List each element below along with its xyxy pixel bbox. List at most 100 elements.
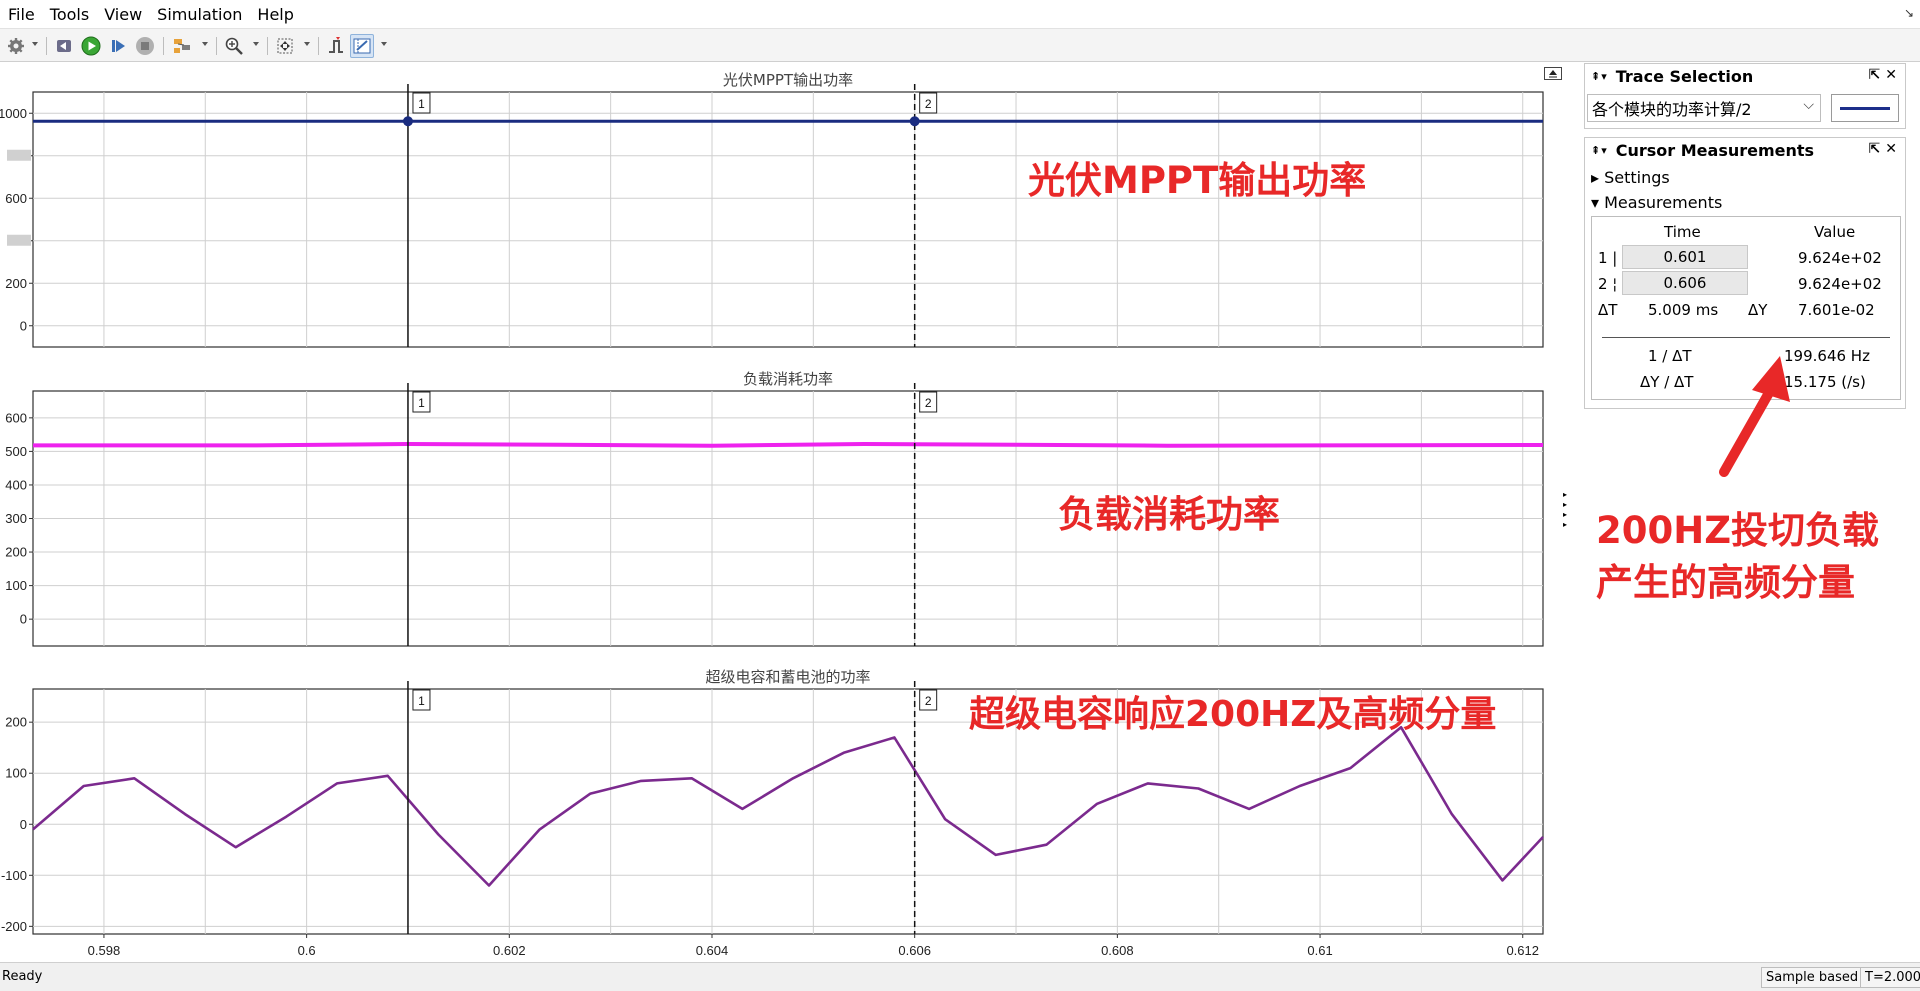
settings-label: Settings — [1604, 168, 1670, 187]
annotation-pv-power: 光伏MPPT输出功率 — [1028, 159, 1367, 202]
expand-legend-icon[interactable]: ▸ ▸ ▸ ▸ — [1563, 490, 1567, 530]
delta-t-value: 5.009 ms — [1648, 301, 1719, 319]
settings-dropdown-icon[interactable] — [32, 42, 38, 46]
pin-icon[interactable]: ⇞▾ — [1591, 144, 1608, 157]
annotation-supercap-response: 超级电容响应200HZ及高频分量 — [969, 694, 1497, 735]
toolbar-separator — [46, 37, 47, 55]
plot-title: 光伏MPPT输出功率 — [723, 71, 853, 89]
y-tick-label: 200 — [5, 545, 27, 560]
trace-select-value: 各个模块的功率计算/2 — [1592, 100, 1752, 119]
cursor-2-label: 2 — [925, 694, 932, 708]
menu-file[interactable]: File — [6, 5, 44, 24]
x-tick-label: 0.606 — [898, 943, 931, 958]
triggers-icon[interactable] — [324, 34, 348, 58]
measurements-section-toggle[interactable]: ▾ Measurements — [1591, 193, 1722, 212]
trace-select-dropdown[interactable]: 各个模块的功率计算/2 ⌵ — [1587, 94, 1821, 122]
panel-close-icon[interactable]: ⇱ ✕ — [1869, 67, 1897, 83]
toolbar-separator — [318, 37, 319, 55]
cursor-2-marker — [909, 116, 920, 127]
y-tick-label: 500 — [5, 444, 27, 459]
x-tick-label: 0.608 — [1101, 943, 1134, 958]
x-tick-label: 0.6 — [298, 943, 316, 958]
menu-view[interactable]: View — [102, 5, 151, 24]
measurements-label: Measurements — [1604, 193, 1723, 212]
y-tick-label-obscured — [7, 234, 31, 246]
zoom-dropdown-icon[interactable] — [253, 42, 259, 46]
trace-line-style-button[interactable] — [1831, 94, 1899, 122]
status-bar: Ready Sample based T=2.000 — [0, 962, 1920, 991]
measurements-divider — [1602, 337, 1890, 338]
sim-time-indicator: T=2.000 — [1860, 967, 1920, 988]
fit-dropdown-icon[interactable] — [304, 42, 310, 46]
chevron-down-icon: ⌵ — [1803, 97, 1814, 113]
delta-t-label: ΔT — [1598, 301, 1618, 319]
annotation-200hz-line2: 产生的高频分量 — [1596, 561, 1855, 604]
cursor2-time-field[interactable]: 0.606 — [1622, 271, 1748, 295]
y-tick-label: 200 — [5, 715, 27, 730]
menu-bar: File Tools View Simulation Help ↘ — [0, 0, 1920, 28]
undock-icon[interactable] — [1544, 65, 1562, 80]
toolbar-separator — [216, 37, 217, 55]
y-tick-label: 400 — [5, 477, 27, 492]
y-tick-label: 1000 — [0, 106, 27, 121]
settings-icon[interactable] — [4, 34, 28, 58]
cursor2-label: 2 ¦ — [1598, 275, 1618, 293]
trace-selection-title: Trace Selection — [1615, 66, 1754, 86]
cursor-2-label: 2 — [925, 97, 932, 111]
dy-dt-label: ΔY / ΔT — [1640, 373, 1694, 391]
inv-delta-t-label: 1 / ΔT — [1648, 347, 1692, 365]
cursor1-value: 9.624e+02 — [1798, 249, 1882, 267]
status-text: Ready — [2, 969, 43, 984]
y-tick-label: 100 — [5, 766, 27, 781]
toolbar-separator — [163, 37, 164, 55]
menu-simulation[interactable]: Simulation — [155, 5, 251, 24]
cursor1-label: 1 | — [1598, 249, 1618, 267]
x-tick-label: 0.602 — [493, 943, 526, 958]
x-tick-label: 0.612 — [1506, 943, 1539, 958]
delta-y-value: 7.601e-02 — [1798, 301, 1875, 319]
col-time-header: Time — [1664, 223, 1701, 241]
run-icon[interactable] — [79, 34, 103, 58]
cursor-dropdown-icon[interactable] — [381, 42, 387, 46]
panel-close-icon[interactable]: ⇱ ✕ — [1869, 141, 1897, 157]
annotation-200hz-line1: 200HZ投切负载 — [1596, 509, 1880, 552]
col-value-header: Value — [1814, 223, 1856, 241]
y-tick-label: 300 — [5, 511, 27, 526]
y-tick-label: 100 — [5, 578, 27, 593]
y-tick-label: 0 — [20, 612, 27, 627]
fit-axes-icon[interactable] — [273, 34, 297, 58]
highlight-dropdown-icon[interactable] — [202, 42, 208, 46]
step-forward-icon[interactable] — [106, 34, 130, 58]
settings-section-toggle[interactable]: ▸ Settings — [1591, 168, 1670, 187]
y-tick-label: 600 — [5, 410, 27, 425]
menu-help[interactable]: Help — [255, 5, 302, 24]
delta-y-label: ΔY — [1748, 301, 1768, 319]
plot-axes-box — [32, 91, 1544, 348]
step-back-icon[interactable] — [52, 34, 76, 58]
menu-tools[interactable]: Tools — [48, 5, 98, 24]
cursor2-value: 9.624e+02 — [1798, 275, 1882, 293]
y-tick-label: 200 — [5, 276, 27, 291]
trace-line-swatch — [1840, 107, 1890, 110]
sample-mode-indicator: Sample based — [1761, 967, 1864, 988]
y-tick-label: 0 — [20, 318, 27, 333]
highlight-icon[interactable] — [170, 34, 194, 58]
scope-window: File Tools View Simulation Help ↘ 0 200 … — [0, 0, 1920, 991]
x-tick-label: 0.604 — [696, 943, 729, 958]
cursor1-time-field[interactable]: 0.601 — [1622, 245, 1748, 269]
cursor-measurements-icon[interactable] — [350, 34, 374, 58]
series-line — [33, 442, 1544, 448]
stop-icon[interactable] — [133, 34, 157, 58]
dock-arrow-icon[interactable]: ↘ — [1904, 6, 1914, 20]
plot-title: 负载消耗功率 — [743, 370, 833, 388]
zoom-in-icon[interactable] — [222, 34, 246, 58]
plot-pane-1: 0 200 600 1000 光伏MPPT输出功率 1 2 — [0, 71, 1544, 348]
y-tick-label-obscured — [7, 149, 31, 161]
annotation-200hz-note: 200HZ投切负载 产生的高频分量 — [1596, 505, 1879, 609]
annotation-arrow — [1719, 356, 1790, 477]
y-tick-label: 600 — [5, 191, 27, 206]
y-tick-label: -200 — [1, 919, 27, 934]
pin-icon[interactable]: ⇞▾ — [1591, 70, 1608, 83]
cursor-measurements-header: ⇞▾ Cursor Measurements ⇱ ✕ — [1585, 138, 1905, 162]
x-tick-label: 0.598 — [88, 943, 121, 958]
